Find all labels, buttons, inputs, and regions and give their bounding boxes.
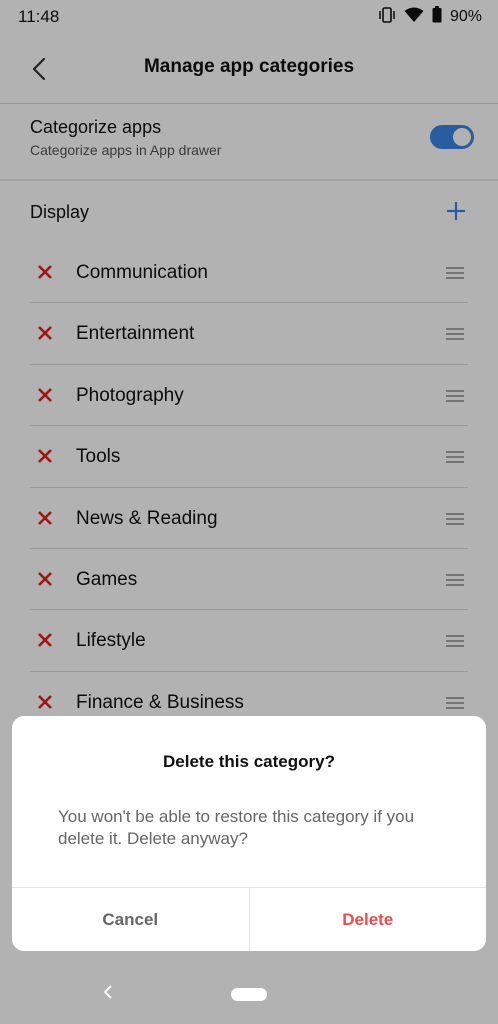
cancel-button[interactable]: Cancel [12, 888, 250, 951]
delete-category-dialog: Delete this category? You won't be able … [12, 716, 486, 951]
nav-back-icon [103, 985, 112, 999]
screen: 11:48 90% Manage app categories Categori… [0, 0, 498, 1024]
dialog-title: Delete this category? [163, 752, 335, 771]
navigation-bar [0, 960, 498, 1024]
dialog-message: You won't be able to restore this catego… [58, 807, 415, 848]
dialog-actions: Cancel Delete [12, 887, 486, 951]
delete-button[interactable]: Delete [250, 888, 487, 951]
nav-back-button[interactable] [98, 982, 118, 1002]
nav-home-pill[interactable] [231, 988, 267, 1001]
